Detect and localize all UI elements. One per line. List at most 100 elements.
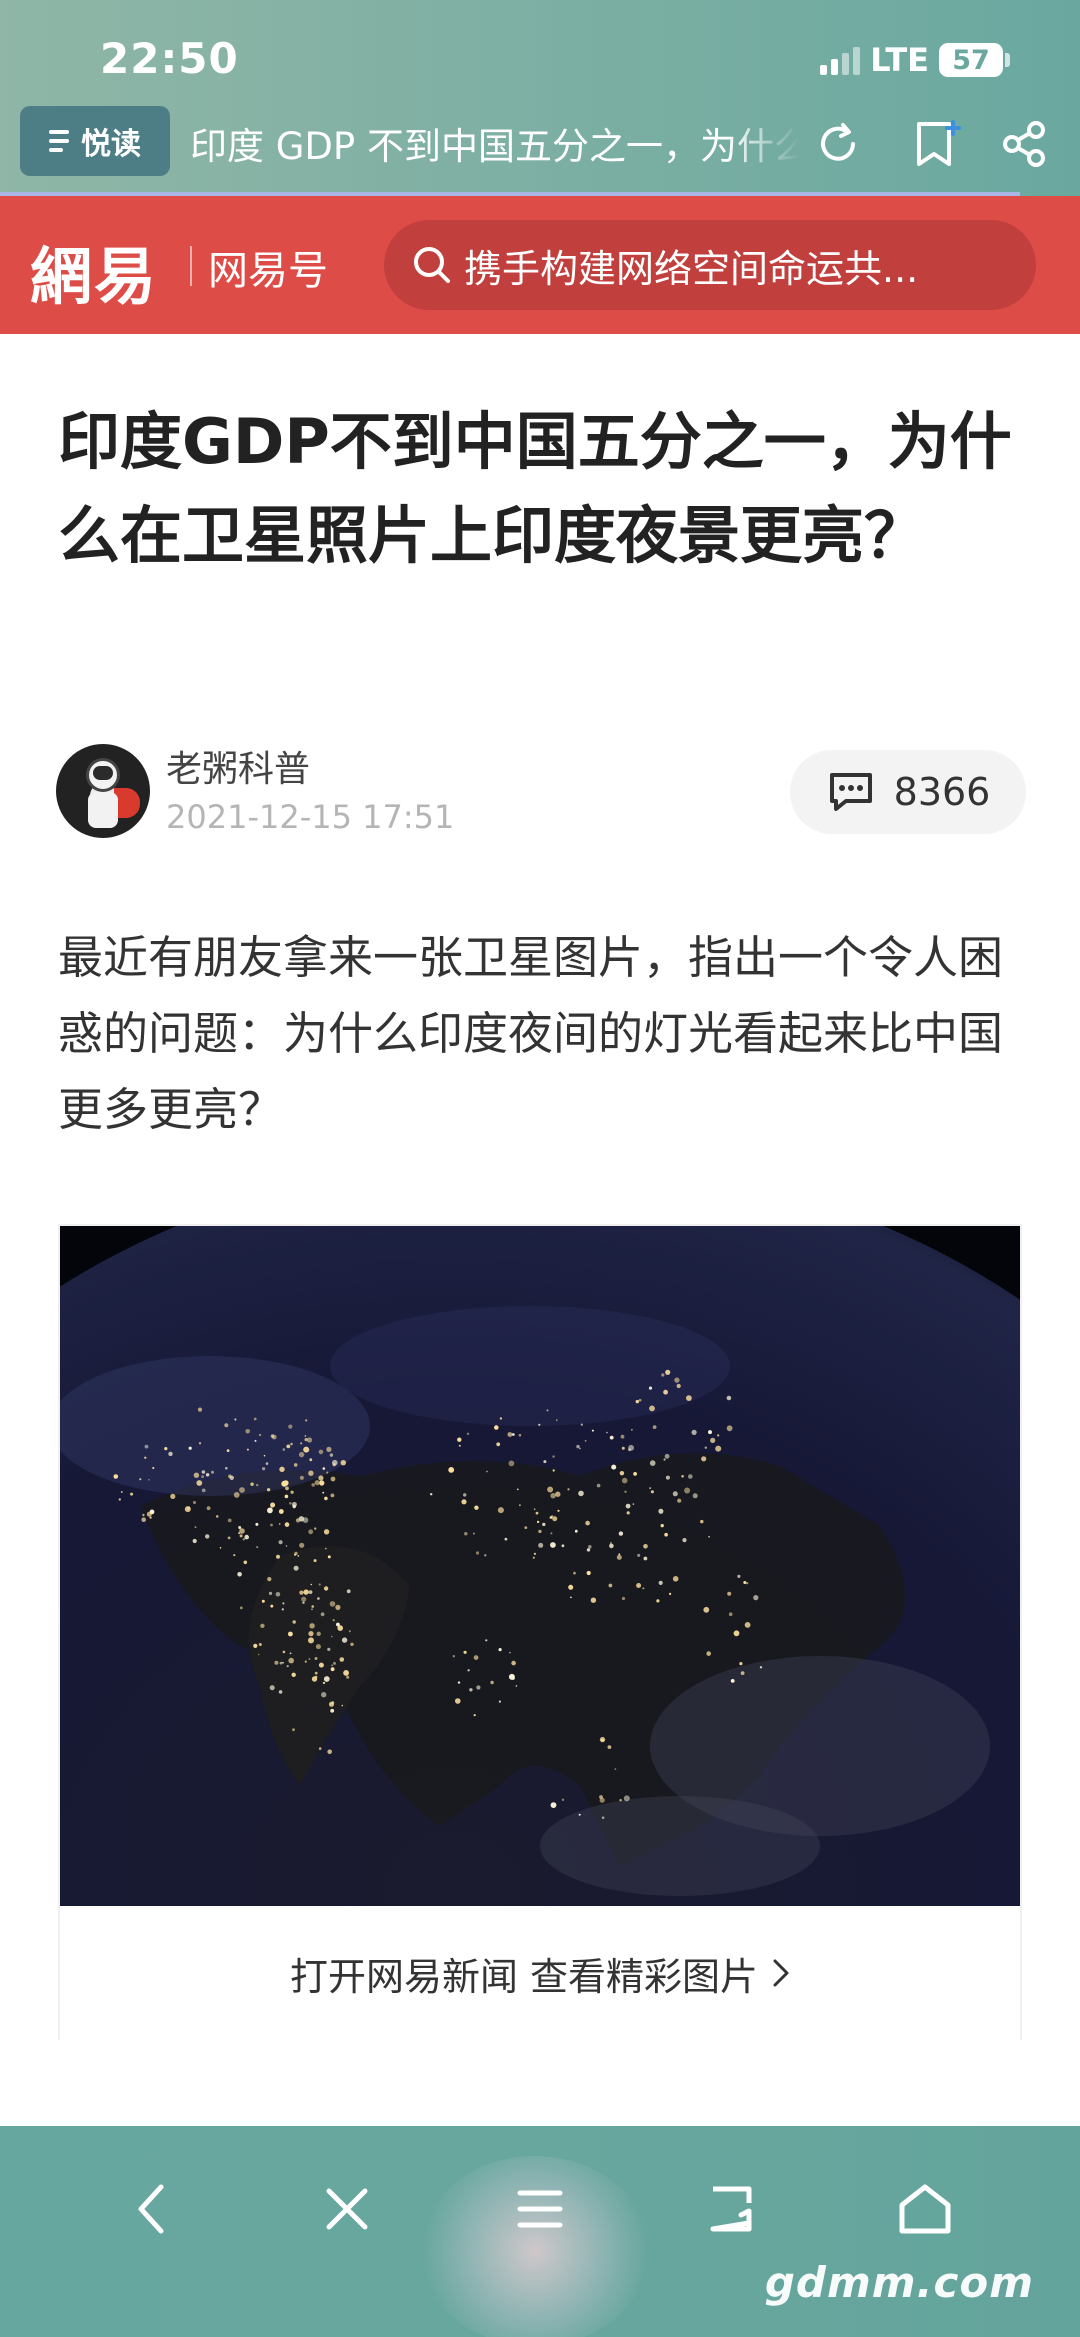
- city-light: [320, 1612, 325, 1617]
- city-light: [472, 1532, 475, 1535]
- city-light: [113, 1474, 119, 1479]
- city-light: [586, 1548, 591, 1552]
- city-light: [326, 1471, 329, 1474]
- city-light: [314, 1527, 317, 1530]
- city-light: [318, 1449, 324, 1455]
- city-light: [332, 1463, 336, 1467]
- browser-chrome: 22:50 LTE 57 悦读 印度 GDP 不到中国五分之一，为什么在卫星照片…: [0, 0, 1080, 196]
- city-light: [486, 1470, 488, 1473]
- page: 22:50 LTE 57 悦读 印度 GDP 不到中国五分之一，为什么在卫星照片…: [0, 0, 1080, 2337]
- city-light: [253, 1643, 258, 1648]
- city-light: [239, 1534, 243, 1538]
- city-light: [518, 1433, 522, 1437]
- city-light: [746, 1582, 749, 1585]
- home-icon[interactable]: [880, 2164, 970, 2254]
- city-light: [498, 1700, 501, 1703]
- address-bar-title[interactable]: 印度 GDP 不到中国五分之一，为什么在卫星照片上印度夜景更亮？: [190, 116, 800, 172]
- city-light: [289, 1502, 292, 1505]
- city-light: [340, 1460, 346, 1466]
- channel-link[interactable]: 网易号: [208, 238, 328, 296]
- share-icon[interactable]: [992, 112, 1056, 176]
- city-light: [599, 1736, 606, 1743]
- city-light: [684, 1487, 691, 1494]
- reader-mode-button[interactable]: 悦读: [20, 106, 170, 176]
- city-light: [637, 1553, 641, 1557]
- comments-button[interactable]: 8366: [790, 750, 1026, 834]
- city-light: [144, 1456, 147, 1459]
- refresh-icon[interactable]: [806, 112, 870, 176]
- menu-icon[interactable]: [495, 2164, 585, 2254]
- city-light: [299, 1475, 304, 1480]
- city-light: [509, 1651, 511, 1654]
- city-light: [292, 1728, 295, 1732]
- city-light: [322, 1681, 326, 1685]
- close-icon[interactable]: [302, 2164, 392, 2254]
- reader-mode-label: 悦读: [81, 127, 141, 162]
- city-light: [323, 1676, 330, 1682]
- city-light: [542, 1522, 546, 1527]
- city-light: [318, 1475, 324, 1481]
- image-card[interactable]: 打开网易新闻 查看精彩图片: [58, 1224, 1022, 2040]
- city-light: [538, 1542, 544, 1548]
- city-light: [515, 1685, 518, 1687]
- city-light: [254, 1439, 257, 1442]
- city-light: [294, 1551, 298, 1556]
- city-light: [561, 1798, 565, 1801]
- tabs-icon[interactable]: [688, 2164, 778, 2254]
- site-logo[interactable]: 網易: [30, 226, 158, 316]
- city-light: [346, 1589, 351, 1594]
- avatar[interactable]: [56, 744, 150, 838]
- city-light: [118, 1498, 121, 1501]
- city-light: [737, 1574, 741, 1578]
- back-icon[interactable]: [106, 2164, 196, 2254]
- city-light: [635, 1399, 639, 1404]
- city-light: [291, 1502, 297, 1507]
- city-light: [243, 1560, 248, 1565]
- city-light: [616, 1554, 622, 1560]
- city-light: [271, 1434, 277, 1440]
- city-light: [305, 1419, 308, 1422]
- city-light: [270, 1604, 274, 1608]
- city-light: [322, 1467, 326, 1470]
- city-light: [262, 1467, 266, 1471]
- city-light: [609, 1435, 614, 1440]
- city-light: [710, 1437, 716, 1443]
- city-light: [237, 1572, 242, 1577]
- city-light: [321, 1692, 327, 1698]
- city-light: [625, 1503, 631, 1509]
- open-app-link[interactable]: 打开网易新闻 查看精彩图片: [60, 1906, 1020, 2040]
- author-name[interactable]: 老粥科普: [166, 740, 310, 792]
- city-light: [278, 1690, 283, 1694]
- city-light: [744, 1622, 751, 1628]
- city-light: [314, 1671, 318, 1675]
- city-light: [663, 1458, 666, 1461]
- city-light: [664, 1532, 668, 1537]
- city-light: [268, 1591, 273, 1595]
- city-light: [546, 1409, 549, 1412]
- city-light: [498, 1648, 502, 1652]
- city-light: [300, 1442, 303, 1445]
- city-light: [473, 1655, 479, 1660]
- city-light: [267, 1577, 272, 1582]
- search-input[interactable]: 携手构建网络空间命运共...: [384, 220, 1036, 310]
- city-light: [672, 1576, 679, 1582]
- city-light: [496, 1442, 501, 1447]
- satellite-night-image[interactable]: [60, 1226, 1020, 1906]
- city-light: [348, 1630, 351, 1633]
- city-light: [290, 1490, 294, 1494]
- city-light: [282, 1602, 285, 1605]
- city-light: [149, 1516, 152, 1519]
- city-light: [652, 1425, 657, 1429]
- chevron-right-icon: [773, 1959, 789, 1987]
- city-light: [473, 1714, 476, 1717]
- city-light: [341, 1704, 344, 1707]
- city-light: [197, 1407, 203, 1412]
- city-light: [275, 1592, 281, 1597]
- city-light: [717, 1434, 720, 1437]
- city-light: [508, 1460, 515, 1467]
- bookmark-add-icon[interactable]: [905, 112, 969, 176]
- city-light: [555, 1419, 558, 1422]
- city-light: [708, 1535, 710, 1538]
- city-light: [276, 1554, 280, 1559]
- city-light: [267, 1488, 271, 1492]
